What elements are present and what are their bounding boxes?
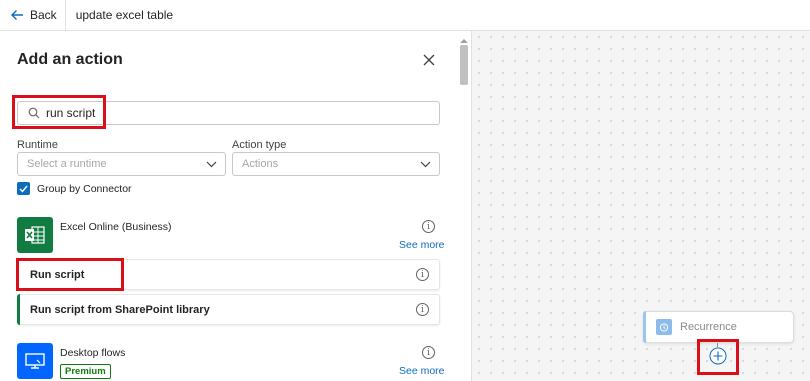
scroll-up-arrow-icon[interactable] xyxy=(460,39,468,43)
action-type-label: Action type xyxy=(232,139,287,151)
search-icon xyxy=(28,107,40,119)
desktop-flows-icon[interactable] xyxy=(17,343,53,379)
close-icon[interactable] xyxy=(421,52,437,68)
info-icon[interactable]: i xyxy=(416,268,429,281)
connector-name-excel[interactable]: Excel Online (Business) xyxy=(60,221,171,233)
see-more-link-excel[interactable]: See more xyxy=(399,239,445,251)
top-bar: Back update excel table xyxy=(0,0,810,31)
see-more-link-desktop-flows[interactable]: See more xyxy=(399,365,445,377)
group-by-connector-checkbox[interactable] xyxy=(17,182,30,195)
chevron-down-icon xyxy=(420,161,431,167)
back-label: Back xyxy=(30,8,57,22)
monitor-icon xyxy=(25,353,45,369)
runtime-placeholder: Select a runtime xyxy=(27,158,107,170)
runtime-select[interactable]: Select a runtime xyxy=(17,152,226,176)
action-run-script-sharepoint[interactable]: Run script from SharePoint library i xyxy=(17,294,440,325)
search-box[interactable] xyxy=(17,101,440,125)
info-icon[interactable]: i xyxy=(422,346,435,359)
scrollbar[interactable] xyxy=(458,39,470,381)
recurrence-trigger-card[interactable]: Recurrence xyxy=(643,311,794,343)
action-label: Run script from SharePoint library xyxy=(30,303,210,316)
info-icon[interactable]: i xyxy=(422,220,435,233)
action-run-script[interactable]: Run script i xyxy=(17,259,440,290)
runtime-label: Runtime xyxy=(17,139,58,151)
arrow-left-icon xyxy=(11,10,23,20)
search-input[interactable] xyxy=(46,106,426,120)
group-by-connector-label: Group by Connector xyxy=(37,183,132,195)
chevron-down-icon xyxy=(206,161,217,167)
excel-logo-icon xyxy=(25,226,45,244)
action-accent-bar xyxy=(17,294,20,325)
trigger-label: Recurrence xyxy=(680,321,737,333)
action-type-placeholder: Actions xyxy=(242,158,279,170)
add-step-plus-icon[interactable] xyxy=(709,347,727,365)
add-action-panel: Add an action Runtime Select a runtime A… xyxy=(0,31,472,381)
checkmark-icon xyxy=(19,185,28,193)
connector-name-desktop-flows[interactable]: Desktop flows xyxy=(60,347,125,359)
excel-icon[interactable] xyxy=(17,217,53,253)
action-label: Run script xyxy=(30,268,85,281)
trigger-accent-bar xyxy=(643,311,646,343)
action-type-select[interactable]: Actions xyxy=(232,152,440,176)
back-button[interactable]: Back xyxy=(0,0,57,31)
premium-badge: Premium xyxy=(60,364,111,379)
flow-name[interactable]: update excel table xyxy=(66,8,173,22)
scroll-thumb[interactable] xyxy=(460,45,468,85)
info-icon[interactable]: i xyxy=(416,303,429,316)
panel-title: Add an action xyxy=(17,51,123,68)
clock-icon xyxy=(656,319,672,335)
